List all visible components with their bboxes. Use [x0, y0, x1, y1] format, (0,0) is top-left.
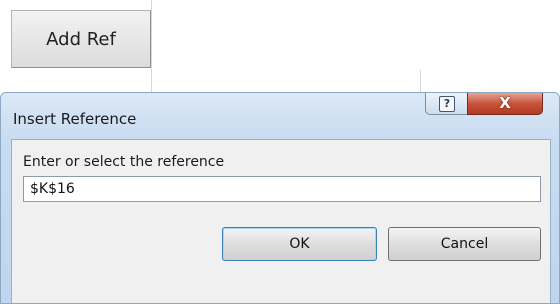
ok-button-label: OK — [289, 236, 310, 252]
help-icon: ? — [439, 95, 455, 112]
dialog-body: Enter or select the reference OK Cancel — [11, 139, 551, 303]
dialog-title: Insert Reference — [13, 110, 137, 128]
cancel-button[interactable]: Cancel — [388, 227, 541, 261]
dialog-title-bar[interactable]: Insert Reference ? X — [1, 93, 559, 137]
close-button[interactable]: X — [467, 93, 543, 115]
close-icon: X — [499, 94, 511, 112]
reference-input[interactable] — [23, 176, 541, 202]
ok-button[interactable]: OK — [222, 227, 377, 261]
add-ref-button-label: Add Ref — [46, 28, 116, 50]
cancel-button-label: Cancel — [440, 236, 489, 252]
help-button[interactable]: ? — [425, 93, 469, 115]
reference-prompt-label: Enter or select the reference — [23, 154, 225, 170]
add-ref-button[interactable]: Add Ref — [11, 10, 151, 68]
sheet-gridline — [420, 70, 421, 92]
sheet-gridline — [151, 0, 152, 92]
insert-reference-dialog: Insert Reference ? X Enter or select the… — [0, 92, 560, 304]
